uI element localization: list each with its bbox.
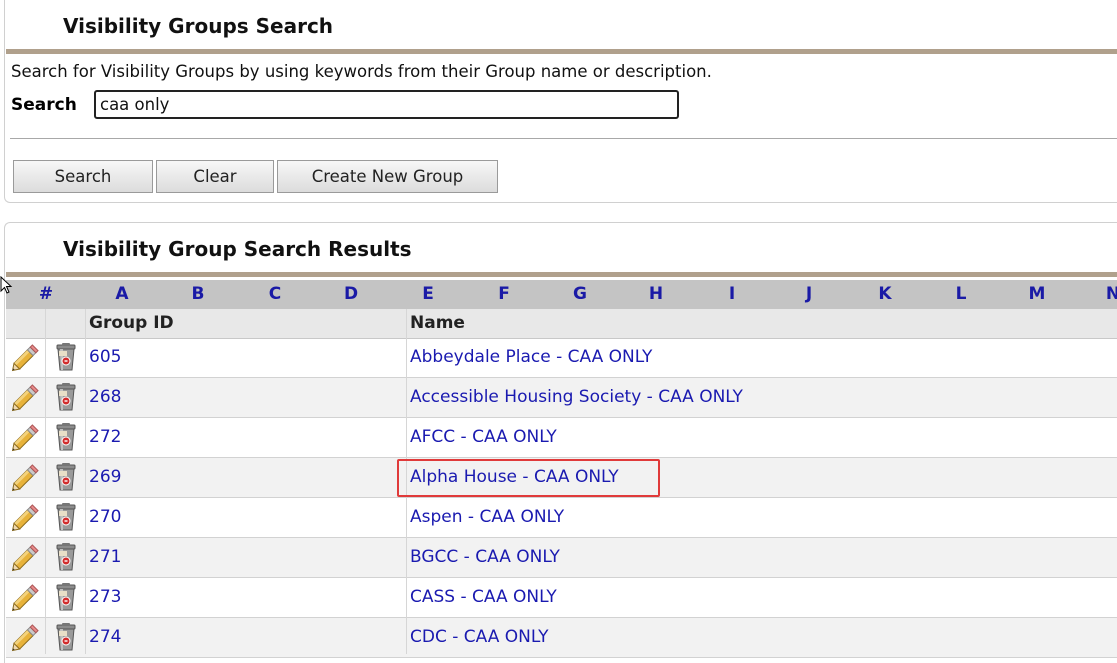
search-panel-title-bar: [6, 49, 1117, 54]
letter-filter-j[interactable]: J: [806, 284, 812, 304]
letter-filter-i[interactable]: I: [729, 284, 735, 304]
pencil-edit-icon[interactable]: [11, 462, 41, 492]
group-name-link[interactable]: Abbeydale Place - CAA ONLY: [410, 347, 652, 367]
group-name-link[interactable]: Aspen - CAA ONLY: [410, 507, 564, 527]
letter-filter-c[interactable]: C: [269, 284, 281, 304]
search-help-text: Search for Visibility Groups by using ke…: [11, 62, 712, 81]
mouse-cursor-icon: [0, 276, 13, 294]
group-name-link[interactable]: BGCC - CAA ONLY: [410, 547, 560, 567]
group-name-link[interactable]: CASS - CAA ONLY: [410, 587, 557, 607]
trash-can-delete-icon[interactable]: [51, 502, 81, 532]
group-id-link[interactable]: 270: [89, 507, 121, 527]
letter-filter-k[interactable]: K: [878, 284, 891, 304]
letter-filter-bar: [6, 280, 1117, 309]
letter-filter-g[interactable]: G: [573, 284, 587, 304]
pencil-edit-icon[interactable]: [11, 382, 41, 412]
pencil-edit-icon[interactable]: [11, 622, 41, 652]
clear-button[interactable]: Clear: [156, 160, 274, 193]
pencil-edit-icon[interactable]: [11, 422, 41, 452]
pencil-edit-icon[interactable]: [11, 582, 41, 612]
trash-can-delete-icon[interactable]: [51, 542, 81, 572]
search-panel-title: Visibility Groups Search: [63, 14, 334, 38]
trash-can-delete-icon[interactable]: [51, 622, 81, 652]
highlight-box: [397, 459, 660, 497]
trash-can-delete-icon[interactable]: [51, 422, 81, 452]
group-name-link[interactable]: AFCC - CAA ONLY: [410, 427, 557, 447]
results-panel-title: Visibility Group Search Results: [63, 237, 412, 261]
letter-filter-n[interactable]: N: [1106, 284, 1117, 304]
create-new-group-button[interactable]: Create New Group: [277, 160, 498, 193]
group-name-link[interactable]: Accessible Housing Society - CAA ONLY: [410, 387, 743, 407]
table-row: [6, 418, 1117, 458]
trash-can-delete-icon[interactable]: [51, 382, 81, 412]
column-divider: [85, 309, 86, 654]
letter-filter-d[interactable]: D: [344, 284, 358, 304]
pencil-edit-icon[interactable]: [11, 342, 41, 372]
letter-filter-e[interactable]: E: [422, 284, 434, 304]
table-row: [6, 618, 1117, 658]
table-row: [6, 578, 1117, 618]
group-id-link[interactable]: 273: [89, 587, 121, 607]
column-header-name[interactable]: Name: [410, 313, 465, 333]
results-panel-title-bar: [6, 272, 1117, 277]
group-id-link[interactable]: 272: [89, 427, 121, 447]
search-input[interactable]: [94, 90, 679, 119]
column-divider: [45, 309, 46, 654]
trash-can-delete-icon[interactable]: [51, 342, 81, 372]
search-label: Search: [11, 95, 77, 115]
group-id-link[interactable]: 268: [89, 387, 121, 407]
letter-filter-l[interactable]: L: [956, 284, 967, 304]
letter-filter-number[interactable]: #: [39, 284, 53, 304]
pencil-edit-icon[interactable]: [11, 542, 41, 572]
pencil-edit-icon[interactable]: [11, 502, 41, 532]
letter-filter-b[interactable]: B: [192, 284, 205, 304]
letter-filter-a[interactable]: A: [115, 284, 128, 304]
group-name-link[interactable]: CDC - CAA ONLY: [410, 627, 548, 647]
letter-filter-f[interactable]: F: [498, 284, 510, 304]
letter-filter-h[interactable]: H: [649, 284, 663, 304]
search-button[interactable]: Search: [13, 160, 153, 193]
group-id-link[interactable]: 271: [89, 547, 121, 567]
column-header-group-id[interactable]: Group ID: [89, 313, 174, 333]
table-row: [6, 538, 1117, 578]
group-id-link[interactable]: 605: [89, 347, 121, 367]
group-id-link[interactable]: 269: [89, 467, 121, 487]
divider: [10, 138, 1117, 139]
trash-can-delete-icon[interactable]: [51, 462, 81, 492]
group-id-link[interactable]: 274: [89, 627, 121, 647]
trash-can-delete-icon[interactable]: [51, 582, 81, 612]
letter-filter-m[interactable]: M: [1029, 284, 1046, 304]
